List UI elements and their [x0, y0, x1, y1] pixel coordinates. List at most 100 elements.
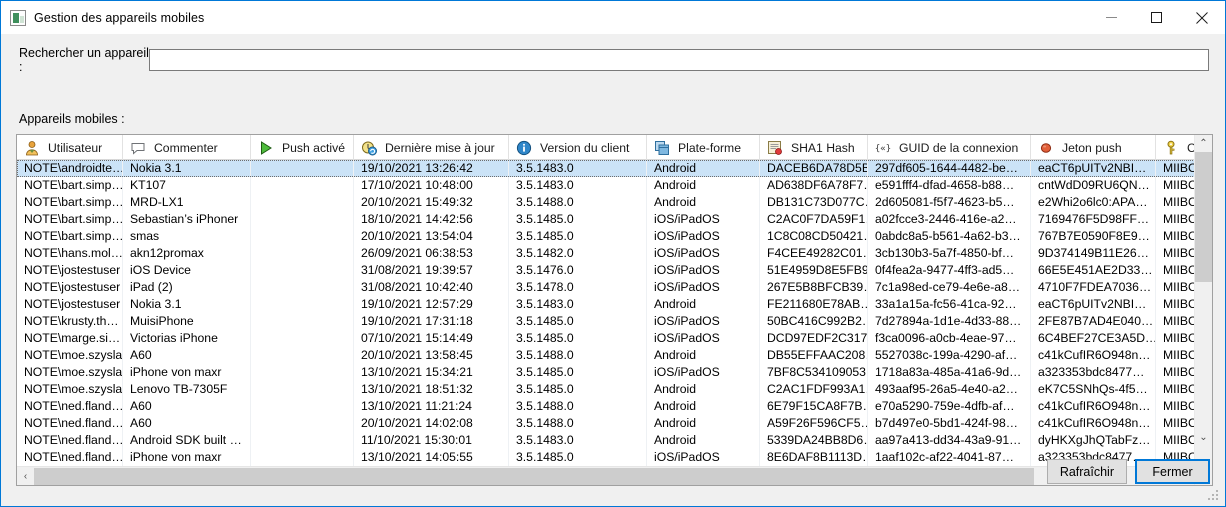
column-header-push[interactable]: Push activé	[251, 135, 354, 160]
cell-platform: Android	[647, 347, 760, 364]
table-row[interactable]: NOTE\moe.szyslak Lenovo TB-7305F 13/10/202…	[17, 381, 1197, 398]
table-row[interactable]: NOTE\jostestuser iOS Device 31/08/2021 19:…	[17, 262, 1197, 279]
table-row[interactable]: NOTE\hans.mol… akn12promax 26/09/2021 06:3…	[17, 245, 1197, 262]
cell-push	[251, 194, 354, 211]
cell-comment: KT107	[123, 177, 251, 194]
cell-user: NOTE\moe.szyslak	[17, 381, 123, 398]
cell-pubkey: MIIBCgKCAQEA5Teqyl	[1156, 245, 1197, 262]
cell-version: 3.5.1488.0	[509, 415, 647, 432]
table-row[interactable]: NOTE\moe.szyslak iPhone von maxr 13/10/202…	[17, 364, 1197, 381]
column-header-version[interactable]: Version du client	[509, 135, 647, 160]
cell-updated: 17/10/2021 10:48:00	[354, 177, 509, 194]
cell-version: 3.5.1485.0	[509, 330, 647, 347]
table-row[interactable]: NOTE\jostestuser Nokia 3.1 19/10/2021 12:5…	[17, 296, 1197, 313]
cell-pubkey: MIIBCgKCAQEAtvtjYGl	[1156, 432, 1197, 449]
platform-icon	[654, 140, 670, 156]
token-red-icon	[1038, 140, 1054, 156]
cell-platform: Android	[647, 415, 760, 432]
close-dialog-button[interactable]: Fermer	[1135, 459, 1210, 484]
column-header-label: Version du client	[540, 140, 630, 155]
maximize-button[interactable]	[1134, 1, 1179, 34]
cell-user: NOTE\jostestuser	[17, 296, 123, 313]
search-input[interactable]	[149, 49, 1209, 71]
cell-user: NOTE\androidte…	[17, 160, 123, 177]
column-header-updated[interactable]: Dernière mise à jour	[354, 135, 509, 160]
horizontal-scrollbar[interactable]: ‹ ›	[17, 466, 1197, 485]
cell-user: NOTE\bart.simp…	[17, 211, 123, 228]
cell-push	[251, 347, 354, 364]
cell-platform: iOS/iPadOS	[647, 364, 760, 381]
column-header-label: SHA1 Hash	[791, 140, 855, 155]
cell-updated: 20/10/2021 14:02:08	[354, 415, 509, 432]
key-icon	[1163, 140, 1179, 156]
table-row[interactable]: NOTE\ned.fland… Android SDK built … 11/10/…	[17, 432, 1197, 449]
cell-token: 9D374149B11E26…	[1031, 245, 1156, 262]
cell-push	[251, 364, 354, 381]
cell-token: a323353bdc8477…	[1031, 364, 1156, 381]
cell-platform: Android	[647, 381, 760, 398]
column-header-user[interactable]: Utilisateur	[17, 135, 123, 160]
column-header-token[interactable]: Jeton push	[1031, 135, 1156, 160]
horizontal-scroll-thumb[interactable]	[34, 467, 1034, 485]
table-row[interactable]: NOTE\ned.fland… A60 20/10/2021 14:02:08 3.5…	[17, 415, 1197, 432]
table-row[interactable]: NOTE\ned.fland… A60 13/10/2021 11:21:24 3.5…	[17, 398, 1197, 415]
cell-version: 3.5.1483.0	[509, 296, 647, 313]
cell-guid: 493aaf95-26a5-4e40-a2…	[868, 381, 1031, 398]
cell-user: NOTE\ned.fland…	[17, 398, 123, 415]
cell-token: 66E5E451AE2D33…	[1031, 262, 1156, 279]
cell-user: NOTE\jostestuser	[17, 262, 123, 279]
table-row[interactable]: NOTE\marge.si… Victorias iPhone 07/10/2021…	[17, 330, 1197, 347]
cell-token: c41kCufIR6O948n…	[1031, 347, 1156, 364]
cell-sha1: DCD97EDF2C317…	[760, 330, 868, 347]
cell-guid: 7d27894a-1d1e-4d33-88…	[868, 313, 1031, 330]
cell-user: NOTE\bart.simp…	[17, 194, 123, 211]
cell-comment: akn12promax	[123, 245, 251, 262]
cell-updated: 11/10/2021 15:30:01	[354, 432, 509, 449]
cell-token: 6C4BEF27CE3A5D…	[1031, 330, 1156, 347]
window-title: Gestion des appareils mobiles	[34, 10, 205, 25]
cell-version: 3.5.1485.0	[509, 364, 647, 381]
close-button[interactable]	[1179, 1, 1225, 34]
refresh-button[interactable]: Rafraîchir	[1046, 459, 1127, 484]
table-row[interactable]: NOTE\bart.simp… MRD-LX1 20/10/2021 15:49:3…	[17, 194, 1197, 211]
cell-token: c41kCufIR6O948n…	[1031, 398, 1156, 415]
column-header-sha1[interactable]: SHA1 Hash	[760, 135, 868, 160]
cell-user: NOTE\moe.szyslak	[17, 347, 123, 364]
caption-button-group	[1089, 1, 1225, 34]
horizontal-scroll-track[interactable]	[34, 467, 1180, 485]
device-manager-icon	[10, 9, 26, 26]
cell-version: 3.5.1483.0	[509, 177, 647, 194]
column-header-guid[interactable]: {«} GUID de la connexion	[868, 135, 1031, 160]
cell-updated: 07/10/2021 15:14:49	[354, 330, 509, 347]
table-row[interactable]: NOTE\bart.simp… smas 20/10/2021 13:54:04 3.…	[17, 228, 1197, 245]
cell-platform: iOS/iPadOS	[647, 211, 760, 228]
vertical-scroll-thumb[interactable]	[1195, 152, 1212, 282]
column-header-platform[interactable]: Plate-forme	[647, 135, 760, 160]
column-header-label: Dernière mise à jour	[385, 140, 495, 155]
cell-comment: iOS Device	[123, 262, 251, 279]
cell-version: 3.5.1476.0	[509, 262, 647, 279]
scroll-down-arrow-icon[interactable]: ⌄	[1195, 429, 1212, 446]
resize-grip[interactable]	[1208, 490, 1220, 502]
minimize-button[interactable]	[1089, 1, 1134, 34]
column-header-label: Push activé	[282, 140, 346, 155]
table-row[interactable]: NOTE\moe.szyslak A60 20/10/2021 13:58:45 3.…	[17, 347, 1197, 364]
cell-sha1: 8E6DAF8B1113D…	[760, 449, 868, 466]
table-row[interactable]: NOTE\bart.simp… KT107 17/10/2021 10:48:00 3…	[17, 177, 1197, 194]
scroll-up-arrow-icon[interactable]: ⌃	[1195, 135, 1212, 152]
scroll-left-arrow-icon[interactable]: ‹	[17, 467, 34, 485]
cell-platform: iOS/iPadOS	[647, 279, 760, 296]
vertical-scrollbar[interactable]: ⌃ ⌄	[1194, 135, 1212, 485]
cell-token: eK7C5SNhQs-4f5…	[1031, 381, 1156, 398]
table-row[interactable]: NOTE\androidte… Nokia 3.1 19/10/2021 13:26…	[17, 160, 1197, 177]
cell-platform: Android	[647, 177, 760, 194]
cell-comment: MuisiPhone	[123, 313, 251, 330]
table-row[interactable]: NOTE\bart.simp… Sebastian’s iPhoner 18/10/…	[17, 211, 1197, 228]
table-row[interactable]: NOTE\krusty.th… MuisiPhone 19/10/2021 17:3…	[17, 313, 1197, 330]
cell-updated: 20/10/2021 13:58:45	[354, 347, 509, 364]
cell-sha1: 1C8C08CD50421…	[760, 228, 868, 245]
table-row[interactable]: NOTE\ned.fland… iPhone von maxr 13/10/2021…	[17, 449, 1197, 466]
column-header-comment[interactable]: Commenter	[123, 135, 251, 160]
table-row[interactable]: NOTE\jostestuser iPad (2) 31/08/2021 10:42…	[17, 279, 1197, 296]
cell-user: NOTE\hans.mol…	[17, 245, 123, 262]
